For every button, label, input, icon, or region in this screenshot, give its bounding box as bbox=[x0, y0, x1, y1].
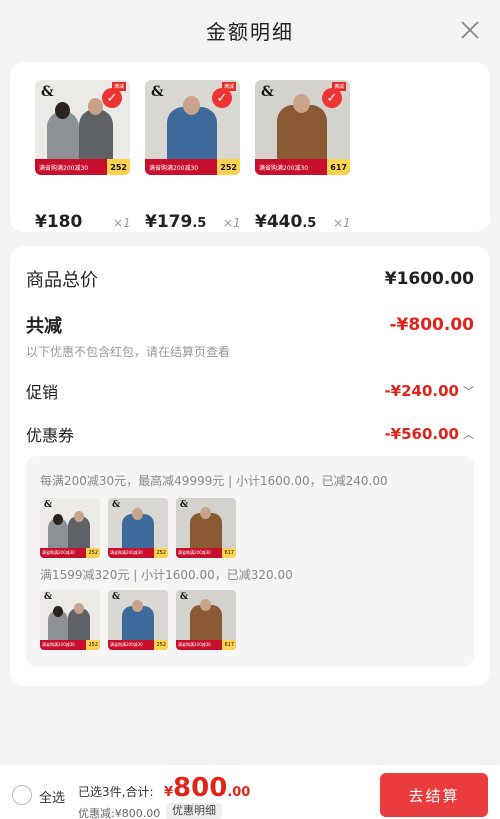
goods-total-value: ¥1600.00 bbox=[384, 269, 474, 289]
coupon-row[interactable]: 优惠券 -¥560.00 ︿ bbox=[26, 422, 474, 446]
discount-label: 共减 bbox=[26, 316, 62, 337]
promo-banner: 满省购满200减30 252 bbox=[35, 159, 130, 175]
coupon-product-thumb: & 满省购满200减30 252 bbox=[40, 590, 100, 650]
coupon-product-thumb: & 满省购满200减30 617 bbox=[176, 498, 236, 558]
product-item[interactable]: & 满减 ✓ 满省购满200减30 252 ¥180 ×1 bbox=[35, 80, 131, 232]
product-quantity: ×1 bbox=[333, 216, 351, 230]
sheet-header: 金额明细 bbox=[0, 0, 500, 60]
coupon-product-thumb: & 满省购满200减30 252 bbox=[108, 590, 168, 650]
promo-value: -¥240.00 bbox=[384, 382, 459, 400]
total-amount: ¥800.00 bbox=[164, 773, 251, 803]
amount-detail-sheet: 金额明细 & 满减 ✓ 满省购满200减30 252 ¥180 ×1 & 满减 … bbox=[0, 0, 500, 819]
close-icon[interactable] bbox=[458, 18, 482, 42]
coupon-product-thumb: & 满省购满200减30 617 bbox=[176, 590, 236, 650]
discount-detail-button[interactable]: 优惠明细 bbox=[166, 803, 222, 819]
product-image[interactable]: & 满减 ✓ 满省购满200减30 252 bbox=[35, 80, 130, 175]
product-item[interactable]: & 满减 ✓ 满省购满200减30 252 ¥179.5 ×1 bbox=[145, 80, 241, 232]
product-price: ¥180 bbox=[35, 212, 83, 232]
coupon-value: -¥560.00 bbox=[384, 425, 459, 443]
discount-row: 共减 -¥800.00 bbox=[26, 312, 474, 338]
product-quantity: ×1 bbox=[113, 216, 131, 230]
saved-amount: 优惠减:¥800.00 bbox=[78, 807, 161, 819]
product-price: ¥440.5 bbox=[255, 212, 317, 232]
goods-total-label: 商品总价 bbox=[26, 270, 98, 291]
promo-banner: 满省购满200减30 252 bbox=[145, 159, 240, 175]
coupon-rule: 每满200减30元，最高减49999元 | 小计1600.00，已减240.00 bbox=[40, 474, 388, 488]
coupon-rule: 满1599减320元 | 小计1600.00，已减320.00 bbox=[40, 568, 293, 582]
promo-row[interactable]: 促销 -¥240.00 ﹀ bbox=[26, 379, 474, 403]
checked-icon: ✓ bbox=[212, 88, 232, 108]
checkout-button[interactable]: 去结算 bbox=[380, 773, 488, 817]
product-quantity: ×1 bbox=[223, 216, 241, 230]
chevron-down-icon[interactable]: ﹀ bbox=[463, 383, 474, 399]
brand-logo: & bbox=[151, 84, 164, 100]
sheet-title: 金额明细 bbox=[206, 19, 294, 44]
coupon-product-thumb: & 满省购满200减30 252 bbox=[108, 498, 168, 558]
select-all-label[interactable]: 全选 bbox=[39, 787, 65, 806]
selected-products-card: & 满减 ✓ 满省购满200减30 252 ¥180 ×1 & 满减 ✓ 满省购… bbox=[10, 62, 490, 232]
coupon-detail-panel: 每满200减30元，最高减49999元 | 小计1600.00，已减240.00… bbox=[26, 456, 474, 666]
select-all-radio[interactable] bbox=[12, 785, 32, 805]
selected-count: 已选3件,合计: bbox=[78, 785, 154, 799]
checkout-bar: 全选 已选3件,合计: ¥800.00 优惠减:¥800.00 优惠明细 去结算 bbox=[0, 765, 500, 819]
discount-note: 以下优惠不包含红包，请在结算页查看 bbox=[26, 345, 231, 359]
chevron-up-icon[interactable]: ︿ bbox=[463, 426, 474, 442]
product-item[interactable]: & 满减 ✓ 满省购满200减30 617 ¥440.5 ×1 bbox=[255, 80, 351, 232]
coupon-label: 优惠券 bbox=[26, 426, 75, 445]
product-image[interactable]: & 满减 ✓ 满省购满200减30 252 bbox=[145, 80, 240, 175]
checked-icon: ✓ bbox=[322, 88, 342, 108]
product-price: ¥179.5 bbox=[145, 212, 207, 232]
checked-icon: ✓ bbox=[102, 88, 122, 108]
brand-logo: & bbox=[261, 84, 274, 100]
promo-banner: 满省购满200减30 617 bbox=[255, 159, 350, 175]
price-summary-card: 商品总价 ¥1600.00 共减 -¥800.00 以下优惠不包含红包，请在结算… bbox=[10, 246, 490, 686]
brand-logo: & bbox=[41, 84, 54, 100]
product-image[interactable]: & 满减 ✓ 满省购满200减30 617 bbox=[255, 80, 350, 175]
discount-value: -¥800.00 bbox=[389, 315, 475, 335]
goods-total-row: 商品总价 ¥1600.00 bbox=[26, 266, 474, 292]
promo-label: 促销 bbox=[26, 383, 59, 402]
coupon-product-thumb: & 满省购满200减30 252 bbox=[40, 498, 100, 558]
